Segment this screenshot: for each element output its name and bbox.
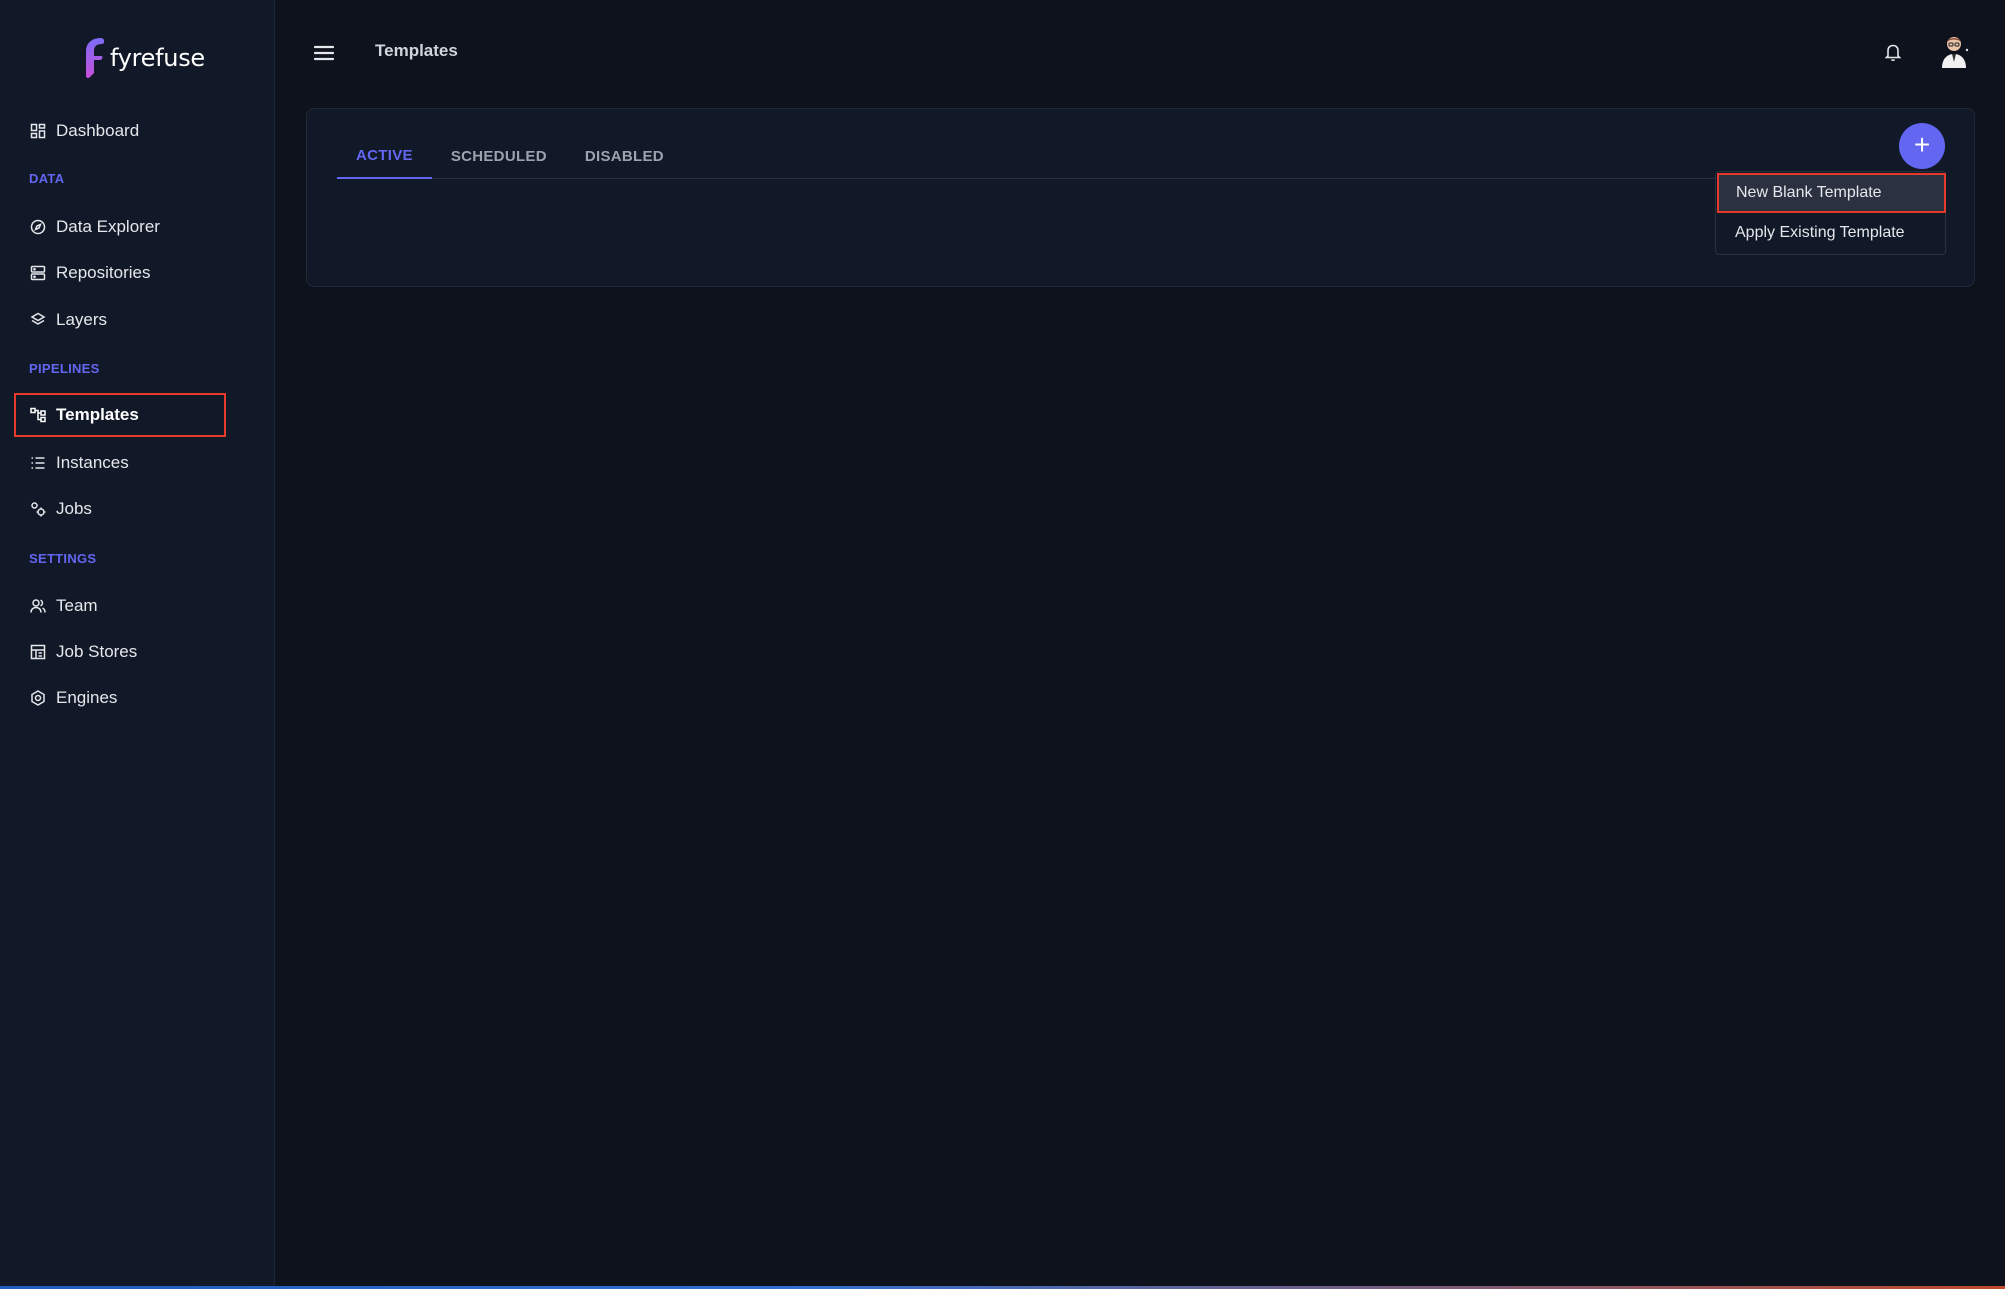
flow-icon [30, 407, 46, 423]
page-title: Templates [375, 41, 458, 60]
tab-bar: ACTIVE SCHEDULED DISABLED [337, 133, 1902, 179]
avatar[interactable] [1938, 34, 1970, 68]
tab-disabled[interactable]: DISABLED [566, 133, 683, 179]
sidebar-item-repositories[interactable]: Repositories [14, 251, 226, 295]
brand-logo[interactable]: fyrefuse [80, 36, 205, 80]
list-icon [30, 455, 46, 471]
sidebar-item-templates[interactable]: Templates [14, 393, 226, 437]
sidebar-item-label: Repositories [56, 263, 151, 282]
section-heading-settings: SETTINGS [29, 551, 97, 566]
menu-item-apply-existing-template[interactable]: Apply Existing Template [1716, 213, 1947, 253]
tab-active[interactable]: ACTIVE [337, 133, 432, 179]
sidebar-item-label: Dashboard [56, 121, 140, 140]
sidebar-item-label: Data Explorer [56, 217, 160, 236]
gears-icon [30, 501, 46, 517]
sidebar-item-engines[interactable]: Engines [14, 676, 226, 720]
sidebar-item-job-stores[interactable]: Job Stores [14, 630, 226, 674]
tab-scheduled[interactable]: SCHEDULED [432, 133, 566, 179]
sidebar-item-label: Team [56, 596, 98, 615]
sidebar-item-dashboard[interactable]: Dashboard [14, 109, 226, 153]
sidebar-item-label: Templates [56, 405, 139, 424]
dashboard-icon [30, 123, 46, 139]
sidebar-item-label: Instances [56, 453, 129, 472]
sidebar-item-team[interactable]: Team [14, 584, 226, 628]
sidebar-item-data-explorer[interactable]: Data Explorer [14, 205, 226, 249]
engine-icon [30, 690, 46, 706]
team-icon [30, 598, 46, 614]
section-heading-data: DATA [29, 171, 65, 186]
hamburger-icon[interactable] [313, 42, 335, 64]
menu-item-new-blank-template[interactable]: New Blank Template [1717, 173, 1946, 213]
add-template-menu: New Blank Template Apply Existing Templa… [1715, 171, 1946, 255]
server-icon [30, 265, 46, 281]
add-template-button[interactable]: + [1899, 123, 1945, 169]
sidebar: fyrefuse Dashboard DATA Data Explorer Re… [0, 0, 275, 1289]
layers-icon [30, 312, 46, 328]
sidebar-item-layers[interactable]: Layers [14, 298, 226, 342]
compass-icon [30, 219, 46, 235]
section-heading-pipelines: PIPELINES [29, 361, 100, 376]
store-icon [30, 644, 46, 660]
sidebar-item-instances[interactable]: Instances [14, 441, 226, 485]
sidebar-item-label: Engines [56, 688, 118, 707]
sidebar-item-jobs[interactable]: Jobs [14, 487, 226, 531]
sidebar-item-label: Jobs [56, 499, 92, 518]
sidebar-item-label: Layers [56, 310, 108, 329]
brand-name: fyrefuse [110, 44, 205, 72]
bell-icon[interactable] [1884, 42, 1902, 62]
sidebar-item-label: Job Stores [56, 642, 138, 661]
fyrefuse-logo-icon [86, 38, 105, 79]
